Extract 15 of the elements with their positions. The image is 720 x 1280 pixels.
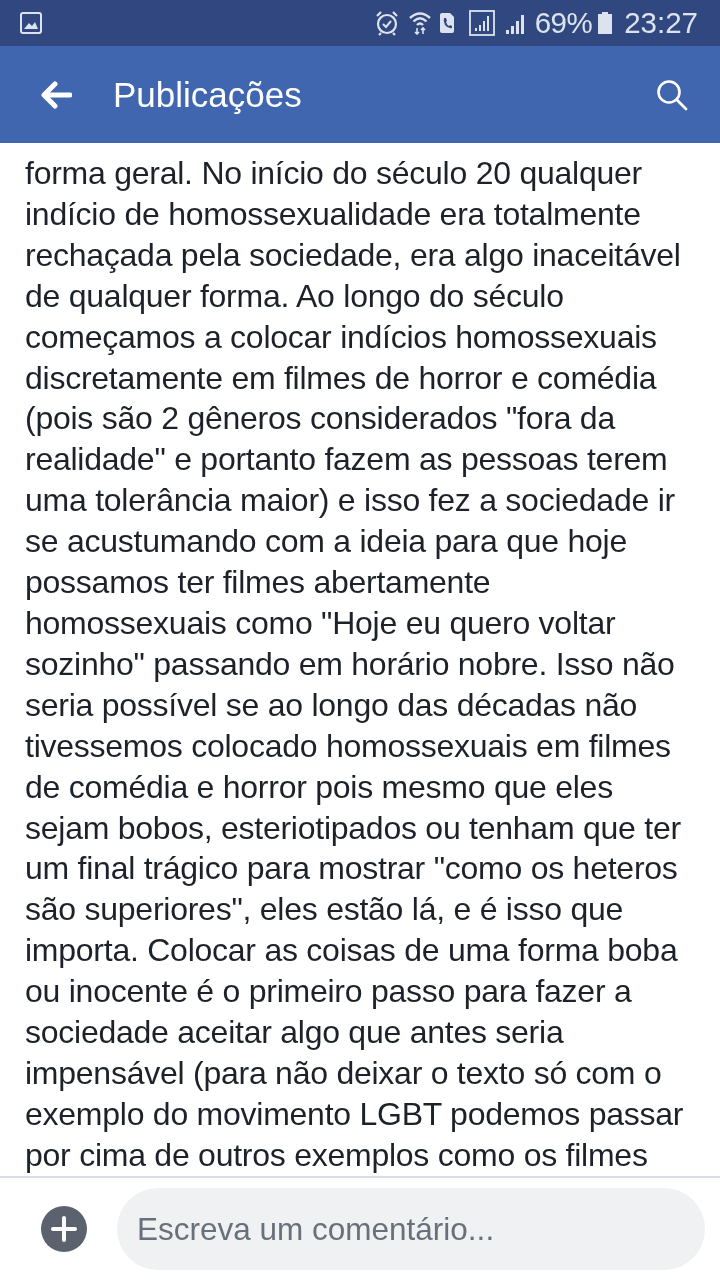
phone-icon (438, 12, 455, 34)
post-text: forma geral. No início do século 20 qualquer indício de homossexualidade era totalmente rechaçada pela sociedade, era algo inaceitável de qualquer forma. Ao longo do século começamos a colocar indícios homossexuais discretamente em filmes de horror e comédia (pois são 2 gêneros considerados "fora da realidade" e portanto fazem as pessoas terem uma tolerância maior) e isso fez a sociedade ir se acustumando com a ideia para que hoje possamos ter filmes abertamente homossexuais como "Hoje eu quero voltar sozinho" passando em horário nobre. Isso não seria possível se ao longo das décadas não tivessemos colocado homossexuais em filmes de comédia e horror pois mesmo que eles sejam bobos, esteriotipados ou tenham que ter um final trágico para mostrar "como os heteros são superiores", eles estão lá, e é isso que importa. Colocar as coisas de uma forma boba ou inocente é o primeiro passo para fazer a sociedade aceitar algo que antes seria impensável (para não deixar o texto só com o exemplo do movimento LGBT podemos passar por cima de outros exemplos como os filmes (25, 154, 685, 1175)
comment-field[interactable]: Escreva um comentário... (117, 1188, 705, 1270)
clock-time: 23:27 (624, 6, 698, 40)
alarm-icon (374, 10, 399, 36)
signal-icon (504, 12, 527, 34)
wifi-icon (408, 11, 431, 35)
gallery-icon (20, 12, 42, 34)
battery-icon (598, 12, 613, 34)
back-arrow-icon[interactable] (40, 80, 72, 109)
add-icon[interactable] (41, 1206, 87, 1252)
page-title: Publicações (113, 73, 302, 116)
search-icon[interactable] (656, 78, 688, 111)
battery-percent: 69% (534, 6, 593, 40)
signal-icon (468, 10, 495, 36)
